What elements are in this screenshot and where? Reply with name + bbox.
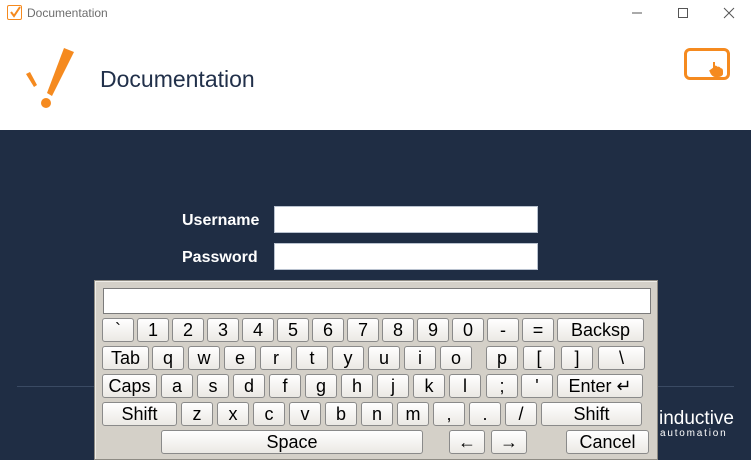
- key-arrow-right[interactable]: →: [491, 430, 527, 454]
- brand-subtitle: automation: [660, 428, 728, 439]
- key-1[interactable]: 1: [137, 318, 169, 342]
- key-slash[interactable]: /: [505, 402, 537, 426]
- key-enter[interactable]: Enter ↵: [557, 374, 643, 398]
- key-j[interactable]: j: [377, 374, 409, 398]
- key-backtick[interactable]: `: [102, 318, 134, 342]
- key-tab[interactable]: Tab: [102, 346, 149, 370]
- key-m[interactable]: m: [397, 402, 429, 426]
- key-i[interactable]: i: [404, 346, 436, 370]
- key-t[interactable]: t: [296, 346, 328, 370]
- key-l[interactable]: l: [449, 374, 481, 398]
- password-label: Password: [182, 249, 258, 266]
- window-title: Documentation: [27, 6, 108, 20]
- key-w[interactable]: w: [188, 346, 220, 370]
- key-y[interactable]: y: [332, 346, 364, 370]
- key-9[interactable]: 9: [417, 318, 449, 342]
- key-0[interactable]: 0: [452, 318, 484, 342]
- key-n[interactable]: n: [361, 402, 393, 426]
- key-f[interactable]: f: [269, 374, 301, 398]
- app-header: Documentation: [0, 26, 751, 130]
- maximize-icon: [678, 8, 688, 18]
- key-k[interactable]: k: [413, 374, 445, 398]
- key-c[interactable]: c: [253, 402, 285, 426]
- key-p[interactable]: p: [486, 346, 518, 370]
- touch-hand-icon: [709, 62, 723, 77]
- maximize-button[interactable]: [660, 0, 706, 26]
- virtual-keyboard: ` 1 2 3 4 5 6 7 8 9 0 - = Backsp Tab q w…: [94, 280, 658, 460]
- key-v[interactable]: v: [289, 402, 321, 426]
- touch-keyboard-button[interactable]: [684, 48, 730, 80]
- key-2[interactable]: 2: [172, 318, 204, 342]
- key-8[interactable]: 8: [382, 318, 414, 342]
- key-a[interactable]: a: [161, 374, 193, 398]
- key-period[interactable]: .: [469, 402, 501, 426]
- key-minus[interactable]: -: [487, 318, 519, 342]
- key-s[interactable]: s: [197, 374, 229, 398]
- key-caps[interactable]: Caps: [102, 374, 157, 398]
- key-z[interactable]: z: [181, 402, 213, 426]
- key-quote[interactable]: ': [521, 374, 553, 398]
- key-e[interactable]: e: [224, 346, 256, 370]
- key-semicolon[interactable]: ;: [486, 374, 518, 398]
- app-icon: [7, 5, 22, 20]
- key-r[interactable]: r: [260, 346, 292, 370]
- key-cancel[interactable]: Cancel: [566, 430, 649, 454]
- key-x[interactable]: x: [217, 402, 249, 426]
- page-title: Documentation: [100, 66, 255, 92]
- key-b[interactable]: b: [325, 402, 357, 426]
- key-q[interactable]: q: [152, 346, 184, 370]
- key-o[interactable]: o: [440, 346, 472, 370]
- key-equals[interactable]: =: [522, 318, 554, 342]
- username-input[interactable]: [274, 206, 538, 233]
- exclamation-logo-icon: [22, 48, 78, 110]
- key-backspace[interactable]: Backsp: [557, 318, 644, 342]
- key-shift-left[interactable]: Shift: [102, 402, 177, 426]
- key-right-bracket[interactable]: ]: [561, 346, 593, 370]
- key-comma[interactable]: ,: [433, 402, 465, 426]
- key-left-bracket[interactable]: [: [523, 346, 555, 370]
- key-backslash[interactable]: \: [598, 346, 645, 370]
- close-button[interactable]: [706, 0, 751, 26]
- key-7[interactable]: 7: [347, 318, 379, 342]
- key-4[interactable]: 4: [242, 318, 274, 342]
- key-3[interactable]: 3: [207, 318, 239, 342]
- key-d[interactable]: d: [233, 374, 265, 398]
- key-6[interactable]: 6: [312, 318, 344, 342]
- key-arrow-left[interactable]: ←: [449, 430, 485, 454]
- minimize-icon: [632, 12, 642, 14]
- key-space[interactable]: Space: [161, 430, 423, 454]
- minimize-button[interactable]: [614, 0, 660, 26]
- key-h[interactable]: h: [341, 374, 373, 398]
- window-titlebar: Documentation: [0, 0, 751, 26]
- key-g[interactable]: g: [305, 374, 337, 398]
- key-shift-right[interactable]: Shift: [541, 402, 642, 426]
- brand-name: inductive: [659, 408, 734, 429]
- keyboard-display[interactable]: [103, 288, 651, 314]
- close-icon: [723, 7, 735, 19]
- password-input[interactable]: [274, 243, 538, 270]
- key-5[interactable]: 5: [277, 318, 309, 342]
- key-u[interactable]: u: [368, 346, 400, 370]
- username-label: Username: [182, 212, 260, 229]
